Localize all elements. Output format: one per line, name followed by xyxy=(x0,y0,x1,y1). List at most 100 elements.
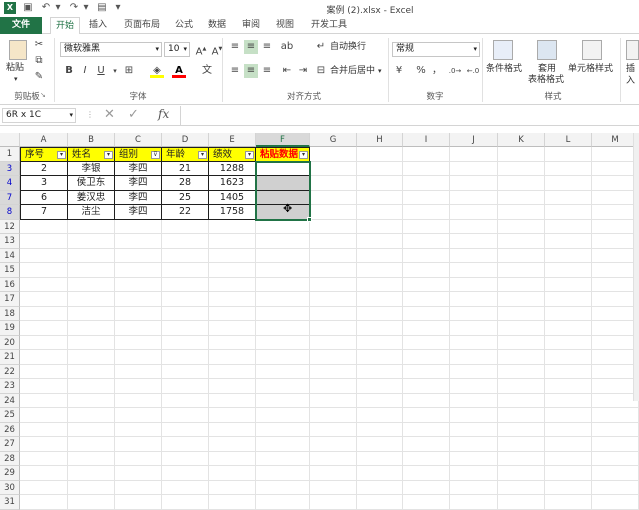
grid-cell[interactable] xyxy=(310,161,357,176)
increase-indent-icon[interactable]: ⇥ xyxy=(296,64,310,78)
column-header-h[interactable]: H xyxy=(357,133,403,147)
column-header-m[interactable]: M xyxy=(592,133,639,147)
grid-cell[interactable] xyxy=(357,408,403,423)
grid-cell[interactable] xyxy=(357,147,403,162)
grid-cell[interactable] xyxy=(256,408,310,423)
vertical-scrollbar[interactable] xyxy=(633,133,639,401)
column-header-j[interactable]: J xyxy=(450,133,498,147)
data-cell[interactable]: 25 xyxy=(162,190,209,205)
grid-cell[interactable] xyxy=(256,248,310,263)
grid-cell[interactable] xyxy=(310,408,357,423)
grid-cell[interactable] xyxy=(209,292,256,307)
grid-cell[interactable] xyxy=(403,480,450,495)
grid-cell[interactable] xyxy=(403,277,450,292)
grid-cell[interactable] xyxy=(403,219,450,234)
grid-cell[interactable] xyxy=(20,248,68,263)
grid-cell[interactable] xyxy=(357,234,403,249)
grid-cell[interactable] xyxy=(357,219,403,234)
grid-cell[interactable] xyxy=(20,422,68,437)
grid-cell[interactable] xyxy=(310,321,357,336)
row-header-3[interactable]: 3 xyxy=(0,161,20,176)
grid-cell[interactable] xyxy=(256,451,310,466)
grid-cell[interactable] xyxy=(20,277,68,292)
grid-cell[interactable] xyxy=(68,277,115,292)
row-header-23[interactable]: 23 xyxy=(0,379,20,394)
format-painter-icon[interactable]: ✎ xyxy=(32,70,46,84)
clipboard-launcher-icon[interactable]: ↘ xyxy=(40,91,46,99)
grid-cell[interactable] xyxy=(498,335,545,350)
grid-cell[interactable] xyxy=(450,422,498,437)
grid-cell[interactable] xyxy=(115,480,162,495)
column-header-e[interactable]: E xyxy=(209,133,256,147)
grid-cell[interactable] xyxy=(450,248,498,263)
grid-cell[interactable] xyxy=(545,408,592,423)
increase-decimal-icon[interactable]: .0→ xyxy=(448,64,462,78)
grid-cell[interactable] xyxy=(256,379,310,394)
grid-cell[interactable] xyxy=(20,451,68,466)
grid-cell[interactable] xyxy=(498,306,545,321)
customize-qat-icon[interactable]: ▾ xyxy=(112,2,124,14)
grid-cell[interactable] xyxy=(357,422,403,437)
grid-cell[interactable] xyxy=(162,306,209,321)
grid-cell[interactable] xyxy=(20,408,68,423)
border-icon[interactable]: ⊞ xyxy=(122,64,136,78)
row-header-8[interactable]: 8 xyxy=(0,205,20,220)
grid-cell[interactable] xyxy=(310,234,357,249)
grid-cell[interactable] xyxy=(162,451,209,466)
grid-cell[interactable] xyxy=(20,364,68,379)
grid-cell[interactable] xyxy=(498,350,545,365)
grid-cell[interactable] xyxy=(498,190,545,205)
wrap-text-button[interactable]: 自动换行 xyxy=(330,41,366,53)
tab-page-layout[interactable]: 页面布局 xyxy=(118,17,166,34)
data-cell[interactable]: 1405 xyxy=(209,190,256,205)
grid-cell[interactable] xyxy=(450,495,498,510)
underline-dropdown-icon[interactable]: ▾ xyxy=(108,64,122,78)
grid-cell[interactable] xyxy=(209,335,256,350)
grid-cell[interactable] xyxy=(162,219,209,234)
grid-cell[interactable] xyxy=(545,248,592,263)
grid-cell[interactable] xyxy=(162,408,209,423)
row-header-15[interactable]: 15 xyxy=(0,263,20,278)
grid-cell[interactable] xyxy=(545,219,592,234)
font-size-select[interactable]: 10 ▾ xyxy=(164,42,190,57)
grid-cell[interactable] xyxy=(310,451,357,466)
grid-cell[interactable] xyxy=(209,321,256,336)
grid-cell[interactable] xyxy=(209,480,256,495)
decrease-indent-icon[interactable]: ⇤ xyxy=(280,64,294,78)
data-cell[interactable]: 2 xyxy=(20,161,68,176)
grid-cell[interactable] xyxy=(209,306,256,321)
insert-cells-button[interactable]: 插入 xyxy=(626,63,639,87)
grid-cell[interactable] xyxy=(498,466,545,481)
form-icon[interactable]: ▤ xyxy=(96,2,108,14)
grid-cell[interactable] xyxy=(256,234,310,249)
row-header-14[interactable]: 14 xyxy=(0,248,20,263)
grid-cell[interactable] xyxy=(209,408,256,423)
grid-cell[interactable] xyxy=(256,263,310,278)
grid-cell[interactable] xyxy=(256,437,310,452)
grid-cell[interactable] xyxy=(403,205,450,220)
grid-cell[interactable] xyxy=(20,335,68,350)
format-as-table-icon[interactable] xyxy=(537,40,557,60)
grid-cell[interactable] xyxy=(450,480,498,495)
wrap-text-icon[interactable]: ↵ xyxy=(314,40,328,54)
row-header-4[interactable]: 4 xyxy=(0,176,20,191)
grid-cell[interactable] xyxy=(256,219,310,234)
row-header-22[interactable]: 22 xyxy=(0,364,20,379)
grid-cell[interactable] xyxy=(115,321,162,336)
grid-cell[interactable] xyxy=(20,466,68,481)
grid-cell[interactable] xyxy=(115,335,162,350)
grid-cell[interactable] xyxy=(403,234,450,249)
grid-cell[interactable] xyxy=(545,306,592,321)
grid-cell[interactable] xyxy=(115,248,162,263)
header-cell-6[interactable]: 粘贴数据 ▾ xyxy=(256,147,310,162)
column-header-g[interactable]: G xyxy=(310,133,357,147)
grid-cell[interactable] xyxy=(545,364,592,379)
grid-cell[interactable] xyxy=(403,408,450,423)
cancel-icon[interactable]: ✕ xyxy=(104,107,115,122)
grid-cell[interactable] xyxy=(68,408,115,423)
grid-cell[interactable] xyxy=(162,263,209,278)
grid-cell[interactable] xyxy=(162,364,209,379)
grid-cell[interactable] xyxy=(545,176,592,191)
grid-cell[interactable] xyxy=(450,364,498,379)
grid-cell[interactable] xyxy=(592,437,639,452)
